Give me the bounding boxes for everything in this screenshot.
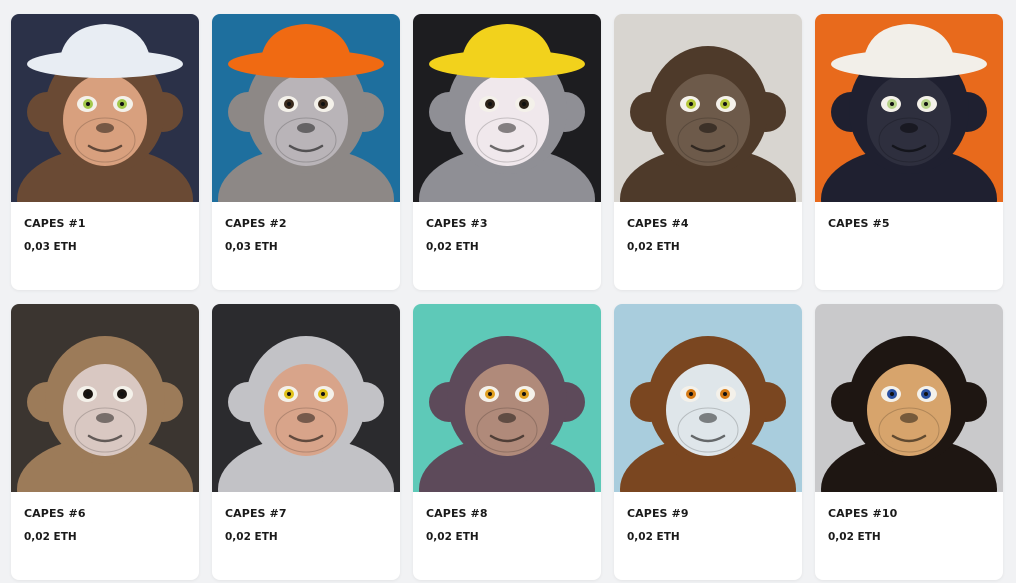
ape-pupil-right <box>120 102 124 106</box>
ape-pupil-left <box>488 392 492 396</box>
nft-title[interactable]: CAPES #9 <box>627 507 789 521</box>
nft-price: 0,02 ETH <box>225 531 278 543</box>
nft-title[interactable]: CAPES #4 <box>627 217 789 231</box>
ape-pupil-right <box>522 102 526 106</box>
ape-pupil-right <box>723 102 727 106</box>
ape-pupil-right <box>321 102 325 106</box>
ape-pupil-right <box>522 392 526 396</box>
ape-pupil-left <box>488 102 492 106</box>
nft-price: 0,02 ETH <box>627 531 680 543</box>
nft-title[interactable]: CAPES #8 <box>426 507 588 521</box>
nft-info: CAPES #9 0,02 ETH <box>614 492 802 544</box>
nft-title[interactable]: CAPES #5 <box>828 217 990 231</box>
nft-image[interactable] <box>11 14 199 202</box>
nft-title[interactable]: CAPES #3 <box>426 217 588 231</box>
nft-price: 0,02 ETH <box>426 531 479 543</box>
nft-info: CAPES #4 0,02 ETH <box>614 202 802 254</box>
ape-pupil-right <box>120 392 124 396</box>
nft-info: CAPES #10 0,02 ETH <box>815 492 1003 544</box>
ape-nose <box>699 413 717 423</box>
ape-pupil-right <box>723 392 727 396</box>
ape-pupil-left <box>890 102 894 106</box>
nft-price: 0,03 ETH <box>225 241 278 253</box>
ape-nose <box>297 123 315 133</box>
nft-card[interactable]: CAPES #9 0,02 ETH <box>614 304 802 580</box>
nft-title[interactable]: CAPES #2 <box>225 217 387 231</box>
nft-title[interactable]: CAPES #10 <box>828 507 990 521</box>
nft-image[interactable] <box>212 14 400 202</box>
nft-price: 0,02 ETH <box>828 531 881 543</box>
ape-nose <box>900 123 918 133</box>
nft-card[interactable]: CAPES #6 0,02 ETH <box>11 304 199 580</box>
nft-card[interactable]: CAPES #7 0,02 ETH <box>212 304 400 580</box>
nft-image[interactable] <box>614 14 802 202</box>
ape-pupil-right <box>924 102 928 106</box>
ape-pupil-left <box>86 102 90 106</box>
ape-pupil-right <box>924 392 928 396</box>
nft-info: CAPES #7 0,02 ETH <box>212 492 400 544</box>
nft-card[interactable]: CAPES #8 0,02 ETH <box>413 304 601 580</box>
nft-price: 0,02 ETH <box>627 241 680 253</box>
ape-pupil-left <box>86 392 90 396</box>
ape-nose <box>96 123 114 133</box>
ape-nose <box>297 413 315 423</box>
ape-pupil-left <box>287 102 291 106</box>
nft-price: 0,03 ETH <box>24 241 77 253</box>
nft-title[interactable]: CAPES #6 <box>24 507 186 521</box>
nft-card[interactable]: CAPES #4 0,02 ETH <box>614 14 802 290</box>
ape-pupil-left <box>689 392 693 396</box>
nft-card[interactable]: CAPES #10 0,02 ETH <box>815 304 1003 580</box>
nft-grid: CAPES #1 0,03 ETH CAPES #2 0,03 ETH CAPE… <box>11 14 1003 580</box>
nft-title[interactable]: CAPES #1 <box>24 217 186 231</box>
nft-image[interactable] <box>815 14 1003 202</box>
nft-info: CAPES #2 0,03 ETH <box>212 202 400 254</box>
nft-info: CAPES #5 <box>815 202 1003 254</box>
nft-card[interactable]: CAPES #3 0,02 ETH <box>413 14 601 290</box>
ape-pupil-left <box>689 102 693 106</box>
ape-nose <box>498 123 516 133</box>
ape-nose <box>96 413 114 423</box>
nft-image[interactable] <box>413 14 601 202</box>
nft-price <box>828 240 990 254</box>
nft-info: CAPES #1 0,03 ETH <box>11 202 199 254</box>
nft-card[interactable]: CAPES #5 <box>815 14 1003 290</box>
nft-info: CAPES #6 0,02 ETH <box>11 492 199 544</box>
nft-image[interactable] <box>11 304 199 492</box>
nft-card[interactable]: CAPES #1 0,03 ETH <box>11 14 199 290</box>
nft-image[interactable] <box>614 304 802 492</box>
ape-pupil-left <box>287 392 291 396</box>
ape-pupil-right <box>321 392 325 396</box>
nft-image[interactable] <box>212 304 400 492</box>
nft-info: CAPES #3 0,02 ETH <box>413 202 601 254</box>
ape-nose <box>900 413 918 423</box>
nft-image[interactable] <box>413 304 601 492</box>
ape-nose <box>498 413 516 423</box>
nft-title[interactable]: CAPES #7 <box>225 507 387 521</box>
nft-price: 0,02 ETH <box>24 531 77 543</box>
nft-image[interactable] <box>815 304 1003 492</box>
nft-price: 0,02 ETH <box>426 241 479 253</box>
nft-info: CAPES #8 0,02 ETH <box>413 492 601 544</box>
ape-pupil-left <box>890 392 894 396</box>
ape-nose <box>699 123 717 133</box>
nft-card[interactable]: CAPES #2 0,03 ETH <box>212 14 400 290</box>
